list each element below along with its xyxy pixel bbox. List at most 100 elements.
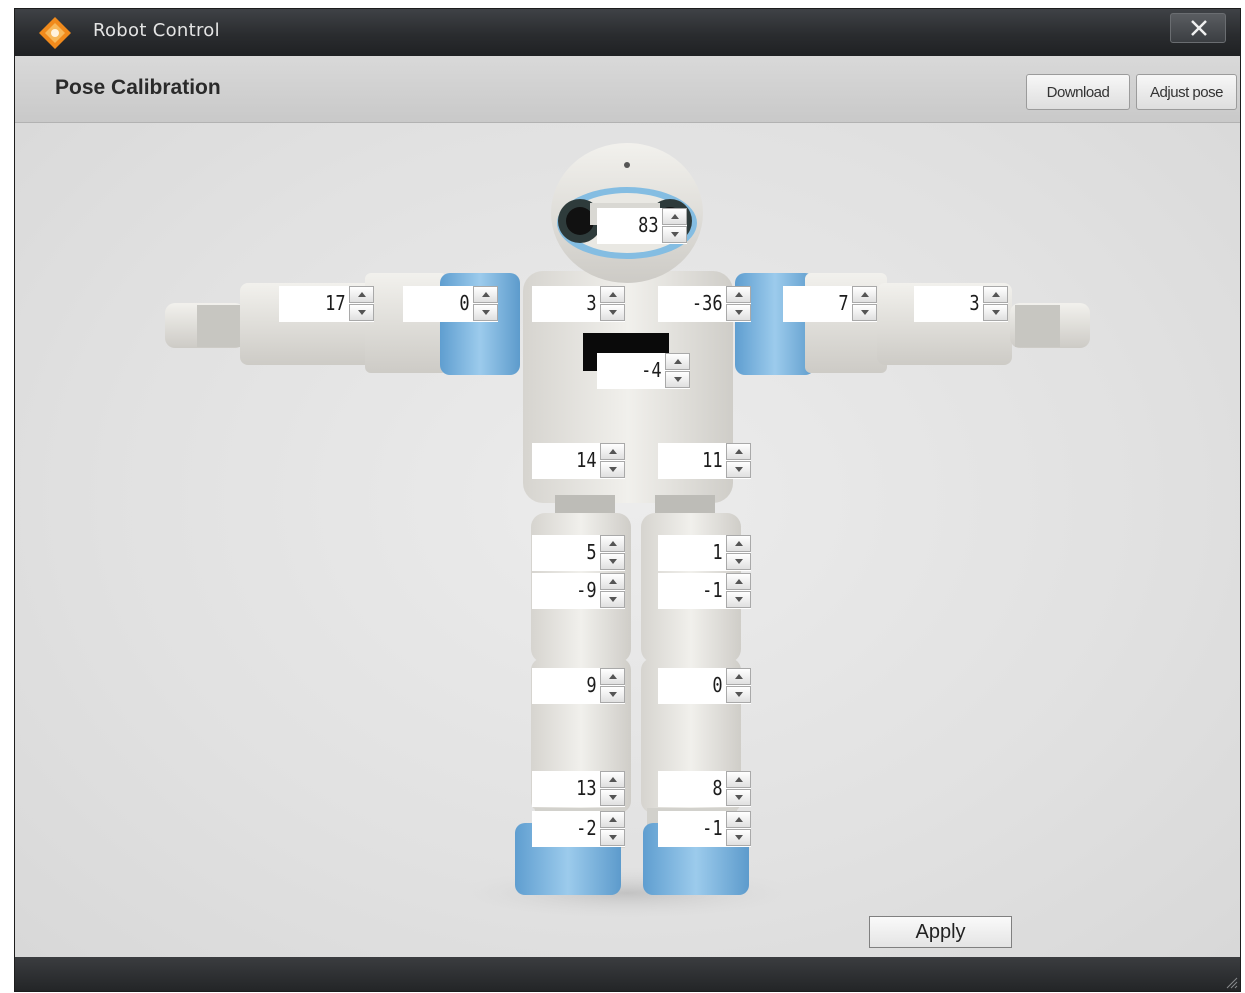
left-knee-up-arrow[interactable]: [600, 668, 625, 685]
left-ankle-down-arrow[interactable]: [600, 789, 625, 806]
right-ankle-up-arrow[interactable]: [726, 771, 751, 788]
right-upper-thigh-up-arrow[interactable]: [726, 535, 751, 552]
spin-buttons: [600, 535, 625, 571]
left-wrist-down-arrow[interactable]: [349, 304, 374, 321]
adjust-pose-button[interactable]: Adjust pose: [1136, 74, 1237, 110]
left-shoulder-value[interactable]: 3: [542, 286, 600, 322]
chest-joint-down-arrow[interactable]: [665, 371, 690, 388]
right-knee-up-arrow[interactable]: [726, 668, 751, 685]
calibration-area: 83 17 0 3 -36 7 3 -4 14 11 5 1 -9 -1 9 0…: [15, 123, 1240, 959]
chest-joint-spinbox[interactable]: -4: [597, 353, 690, 389]
right-upper-thigh-spinbox[interactable]: 1: [658, 535, 751, 571]
chest-joint-value[interactable]: -4: [607, 353, 665, 389]
head-joint-down-arrow[interactable]: [662, 226, 687, 243]
right-wrist-down-arrow[interactable]: [983, 304, 1008, 321]
left-shoulder-down-arrow[interactable]: [600, 304, 625, 321]
left-ankle-spinbox[interactable]: 13: [532, 771, 625, 807]
right-wrist-up-arrow[interactable]: [983, 286, 1008, 303]
right-ankle-value[interactable]: 8: [668, 771, 726, 807]
left-knee-down-arrow[interactable]: [600, 686, 625, 703]
right-elbow-value[interactable]: 7: [793, 286, 852, 322]
left-lower-thigh-spinbox[interactable]: -9: [532, 573, 625, 609]
left-foot-up-arrow[interactable]: [600, 811, 625, 828]
right-knee-value[interactable]: 0: [668, 668, 726, 704]
left-knee-value[interactable]: 9: [542, 668, 600, 704]
right-lower-thigh-value[interactable]: -1: [668, 573, 726, 609]
right-lower-thigh-spinbox[interactable]: -1: [658, 573, 751, 609]
head-joint-spinbox[interactable]: 83: [597, 208, 687, 244]
left-upper-thigh-down-arrow[interactable]: [600, 553, 625, 570]
spin-buttons: [600, 771, 625, 807]
left-upper-thigh-value[interactable]: 5: [542, 535, 600, 571]
right-lower-thigh-up-arrow[interactable]: [726, 573, 751, 590]
left-foot-down-arrow[interactable]: [600, 829, 625, 846]
robot-illustration: [165, 143, 1090, 919]
left-hip-value[interactable]: 14: [542, 443, 600, 479]
spin-buttons: [726, 443, 751, 479]
right-hip-down-arrow[interactable]: [726, 461, 751, 478]
left-foot-spinbox[interactable]: -2: [532, 811, 625, 847]
left-upper-thigh-up-arrow[interactable]: [600, 535, 625, 552]
right-knee-down-arrow[interactable]: [726, 686, 751, 703]
right-ankle-down-arrow[interactable]: [726, 789, 751, 806]
right-elbow-spinbox[interactable]: 7: [783, 286, 877, 322]
right-ankle-spinbox[interactable]: 8: [658, 771, 751, 807]
right-elbow-up-arrow[interactable]: [852, 286, 877, 303]
left-lower-thigh-down-arrow[interactable]: [600, 591, 625, 608]
right-hip-up-arrow[interactable]: [726, 443, 751, 460]
left-ankle-up-arrow[interactable]: [600, 771, 625, 788]
spin-buttons: [726, 811, 751, 847]
head-joint-value[interactable]: 83: [607, 208, 662, 244]
right-wrist-value[interactable]: 3: [924, 286, 983, 322]
left-shoulder-spinbox[interactable]: 3: [532, 286, 625, 322]
right-foot-up-arrow[interactable]: [726, 811, 751, 828]
page-title: Pose Calibration: [55, 76, 221, 99]
left-hip-up-arrow[interactable]: [600, 443, 625, 460]
right-shoulder-spinbox[interactable]: -36: [658, 286, 751, 322]
apply-button[interactable]: Apply: [869, 916, 1012, 948]
left-upper-thigh-spinbox[interactable]: 5: [532, 535, 625, 571]
app-logo-icon: [39, 17, 71, 49]
left-hip-down-arrow[interactable]: [600, 461, 625, 478]
right-foot-value[interactable]: -1: [668, 811, 726, 847]
right-wrist-spinbox[interactable]: 3: [914, 286, 1008, 322]
left-elbow-up-arrow[interactable]: [473, 286, 498, 303]
right-shoulder-value[interactable]: -36: [668, 286, 726, 322]
right-upper-thigh-down-arrow[interactable]: [726, 553, 751, 570]
left-elbow-value[interactable]: 0: [414, 286, 474, 322]
left-wrist-spinbox[interactable]: 17: [279, 286, 374, 322]
spin-buttons: [600, 286, 625, 322]
left-foot-value[interactable]: -2: [542, 811, 600, 847]
page-header: Pose Calibration Download Adjust pose: [15, 56, 1240, 123]
right-hip-value[interactable]: 11: [668, 443, 726, 479]
chest-joint-up-arrow[interactable]: [665, 353, 690, 370]
robot-control-window: Robot Control Pose Calibration Download …: [14, 8, 1241, 992]
left-lower-thigh-value[interactable]: -9: [542, 573, 600, 609]
download-button[interactable]: Download: [1026, 74, 1130, 110]
right-elbow-down-arrow[interactable]: [852, 304, 877, 321]
right-shoulder-up-arrow[interactable]: [726, 286, 751, 303]
left-shoulder-up-arrow[interactable]: [600, 286, 625, 303]
left-elbow-down-arrow[interactable]: [473, 304, 498, 321]
window-footer: [15, 957, 1240, 991]
right-hip-spinbox[interactable]: 11: [658, 443, 751, 479]
spin-buttons: [983, 286, 1008, 322]
close-button[interactable]: [1170, 13, 1226, 43]
left-wrist-value[interactable]: 17: [290, 286, 350, 322]
right-foot-down-arrow[interactable]: [726, 829, 751, 846]
left-ankle-value[interactable]: 13: [542, 771, 600, 807]
right-knee-spinbox[interactable]: 0: [658, 668, 751, 704]
spin-buttons: [665, 353, 690, 389]
spin-buttons: [852, 286, 877, 322]
right-upper-thigh-value[interactable]: 1: [668, 535, 726, 571]
left-lower-thigh-up-arrow[interactable]: [600, 573, 625, 590]
head-joint-up-arrow[interactable]: [662, 208, 687, 225]
left-knee-spinbox[interactable]: 9: [532, 668, 625, 704]
right-lower-thigh-down-arrow[interactable]: [726, 591, 751, 608]
left-hip-spinbox[interactable]: 14: [532, 443, 625, 479]
left-elbow-spinbox[interactable]: 0: [403, 286, 498, 322]
right-foot-spinbox[interactable]: -1: [658, 811, 751, 847]
right-shoulder-down-arrow[interactable]: [726, 304, 751, 321]
resize-grip-icon[interactable]: [1224, 975, 1238, 989]
left-wrist-up-arrow[interactable]: [349, 286, 374, 303]
